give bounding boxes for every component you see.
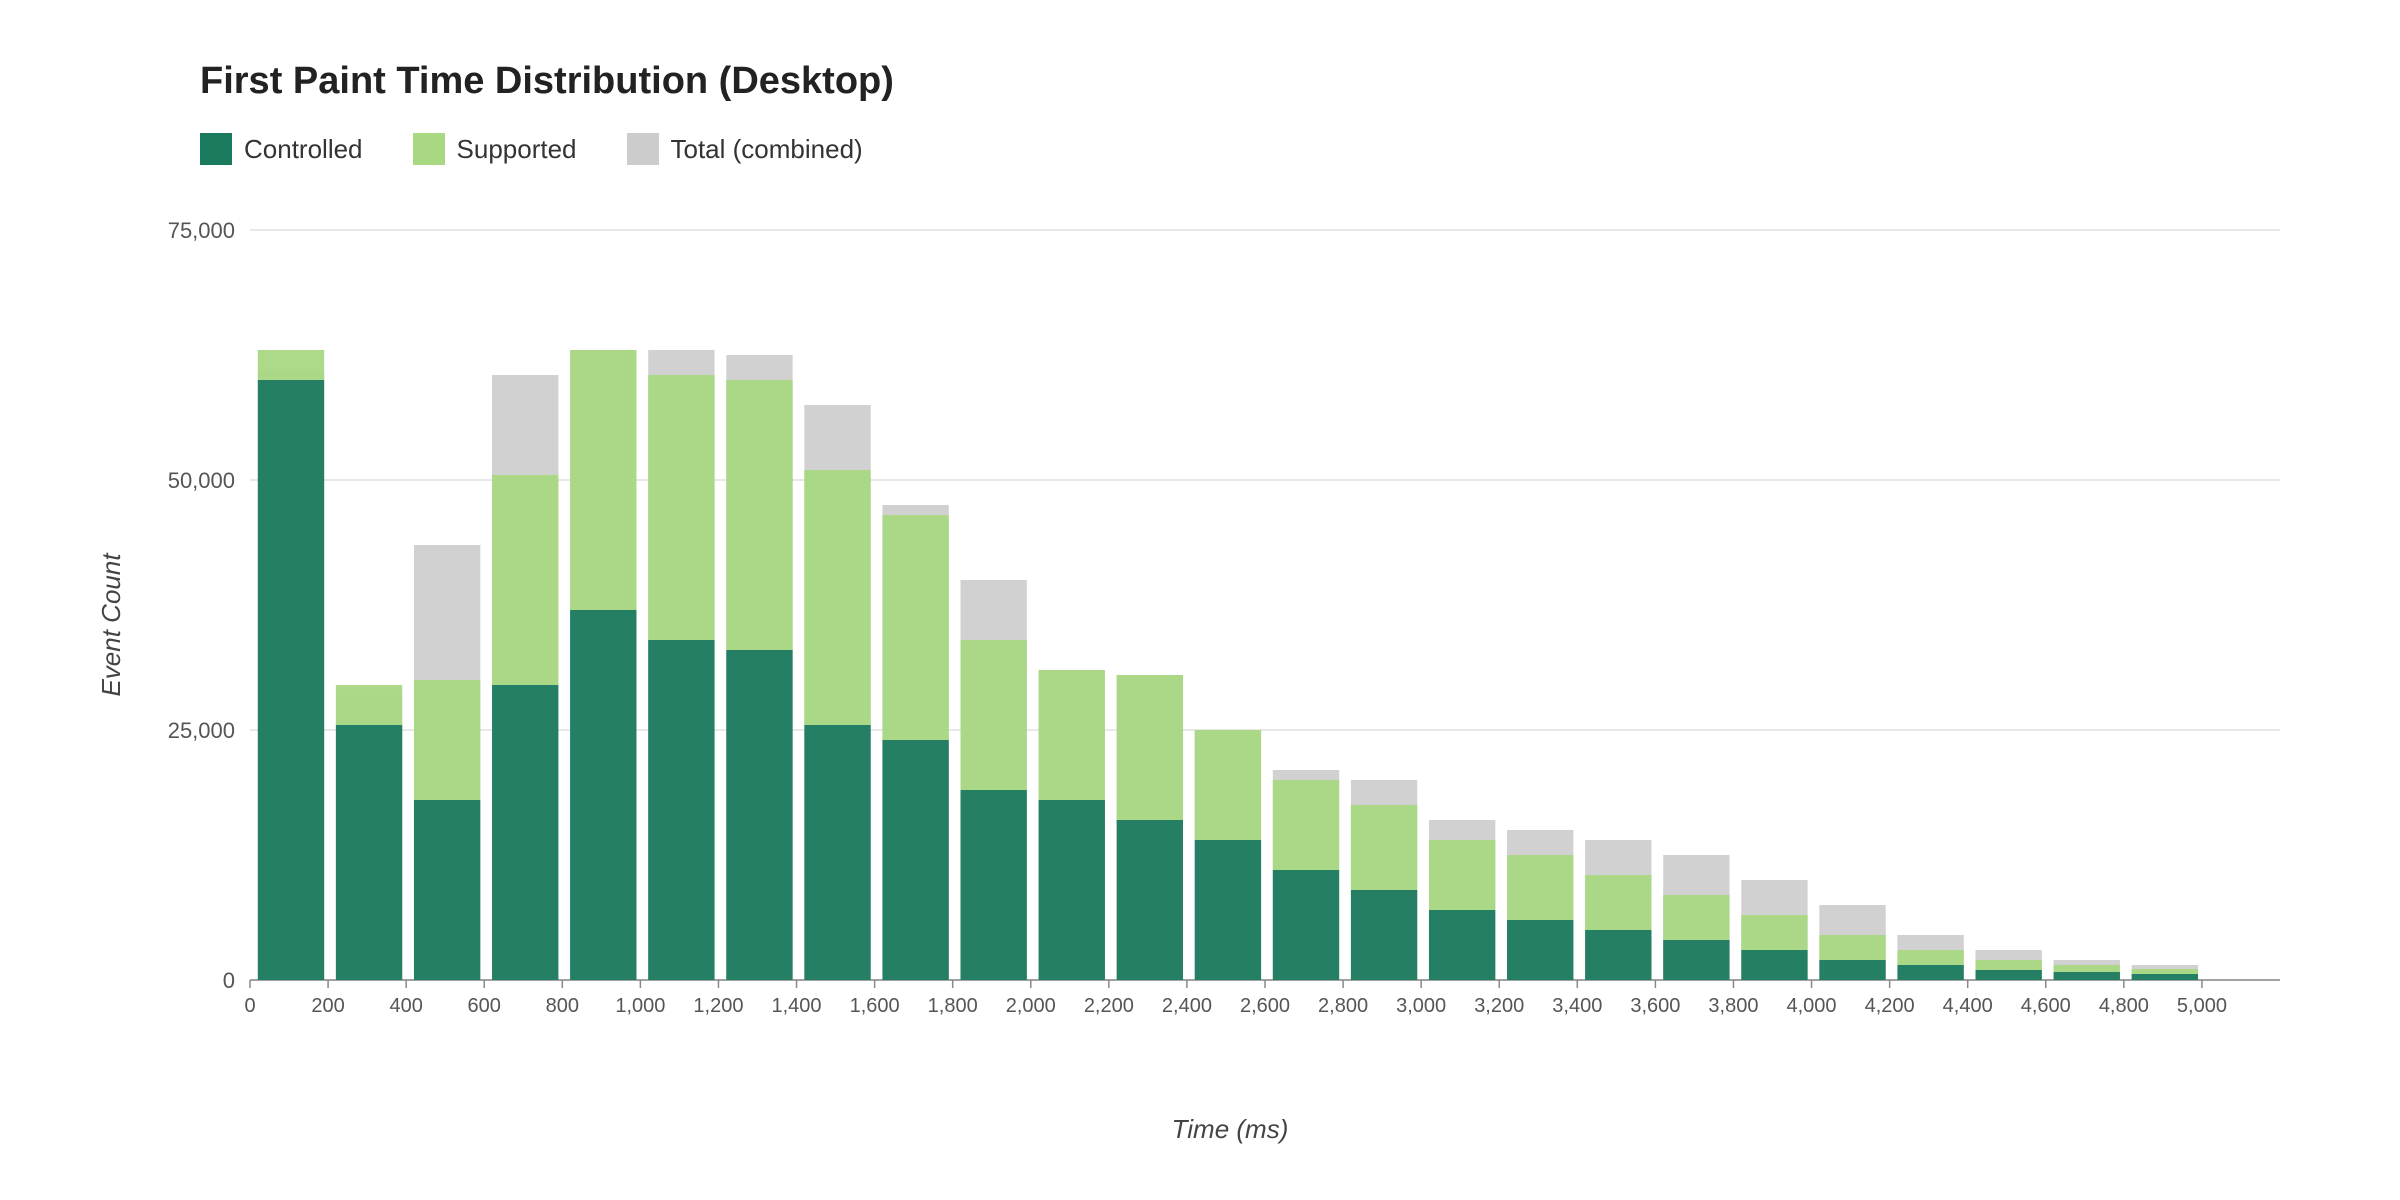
legend-item-supported: Supported [413,133,577,165]
legend-item-controlled: Controlled [200,133,363,165]
svg-text:400: 400 [389,995,422,1017]
svg-text:4,400: 4,400 [1943,995,1993,1017]
svg-text:4,000: 4,000 [1787,995,1837,1017]
legend-item-total: Total (combined) [627,133,863,165]
svg-text:3,400: 3,400 [1552,995,1602,1017]
chart-title: First Paint Time Distribution (Desktop) [200,60,2320,103]
legend-label-supported: Supported [457,134,577,165]
y-axis-label: Event Count [96,553,127,696]
svg-text:1,800: 1,800 [928,995,978,1017]
svg-text:3,200: 3,200 [1474,995,1524,1017]
svg-text:3,600: 3,600 [1630,995,1680,1017]
chart-svg: 0 25,000 50,000 75,000 0 200 400 600 800 1,000 1,2… [140,195,2320,1055]
svg-text:200: 200 [311,995,344,1017]
legend-label-total: Total (combined) [671,134,863,165]
svg-text:4,800: 4,800 [2099,995,2149,1017]
svg-text:5,000: 5,000 [2177,995,2227,1017]
chart-area: Event Count Time (ms) 025,00050,00075,00… [140,195,2320,1055]
svg-text:4,600: 4,600 [2021,995,2071,1017]
svg-text:2,400: 2,400 [1162,995,1212,1017]
svg-text:50,000: 50,000 [168,468,235,493]
svg-text:2,000: 2,000 [1006,995,1056,1017]
total-swatch [627,133,659,165]
svg-text:800: 800 [546,995,579,1017]
legend: Controlled Supported Total (combined) [200,133,2320,165]
svg-text:1,400: 1,400 [772,995,822,1017]
svg-text:0: 0 [244,995,255,1017]
svg-text:3,000: 3,000 [1396,995,1446,1017]
legend-label-controlled: Controlled [244,134,363,165]
svg-text:600: 600 [468,995,501,1017]
x-axis-label: Time (ms) [1172,1114,1289,1145]
svg-text:25,000: 25,000 [168,718,235,743]
svg-text:1,000: 1,000 [615,995,665,1017]
svg-text:3,800: 3,800 [1708,995,1758,1017]
svg-text:1,600: 1,600 [850,995,900,1017]
svg-text:75,000: 75,000 [168,218,235,243]
svg-text:2,200: 2,200 [1084,995,1134,1017]
svg-text:2,800: 2,800 [1318,995,1368,1017]
supported-swatch [413,133,445,165]
svg-text:0: 0 [223,968,235,993]
svg-text:2,600: 2,600 [1240,995,1290,1017]
controlled-swatch [200,133,232,165]
svg-text:1,200: 1,200 [693,995,743,1017]
svg-text:4,200: 4,200 [1865,995,1915,1017]
chart-container: First Paint Time Distribution (Desktop) … [0,0,2400,1200]
